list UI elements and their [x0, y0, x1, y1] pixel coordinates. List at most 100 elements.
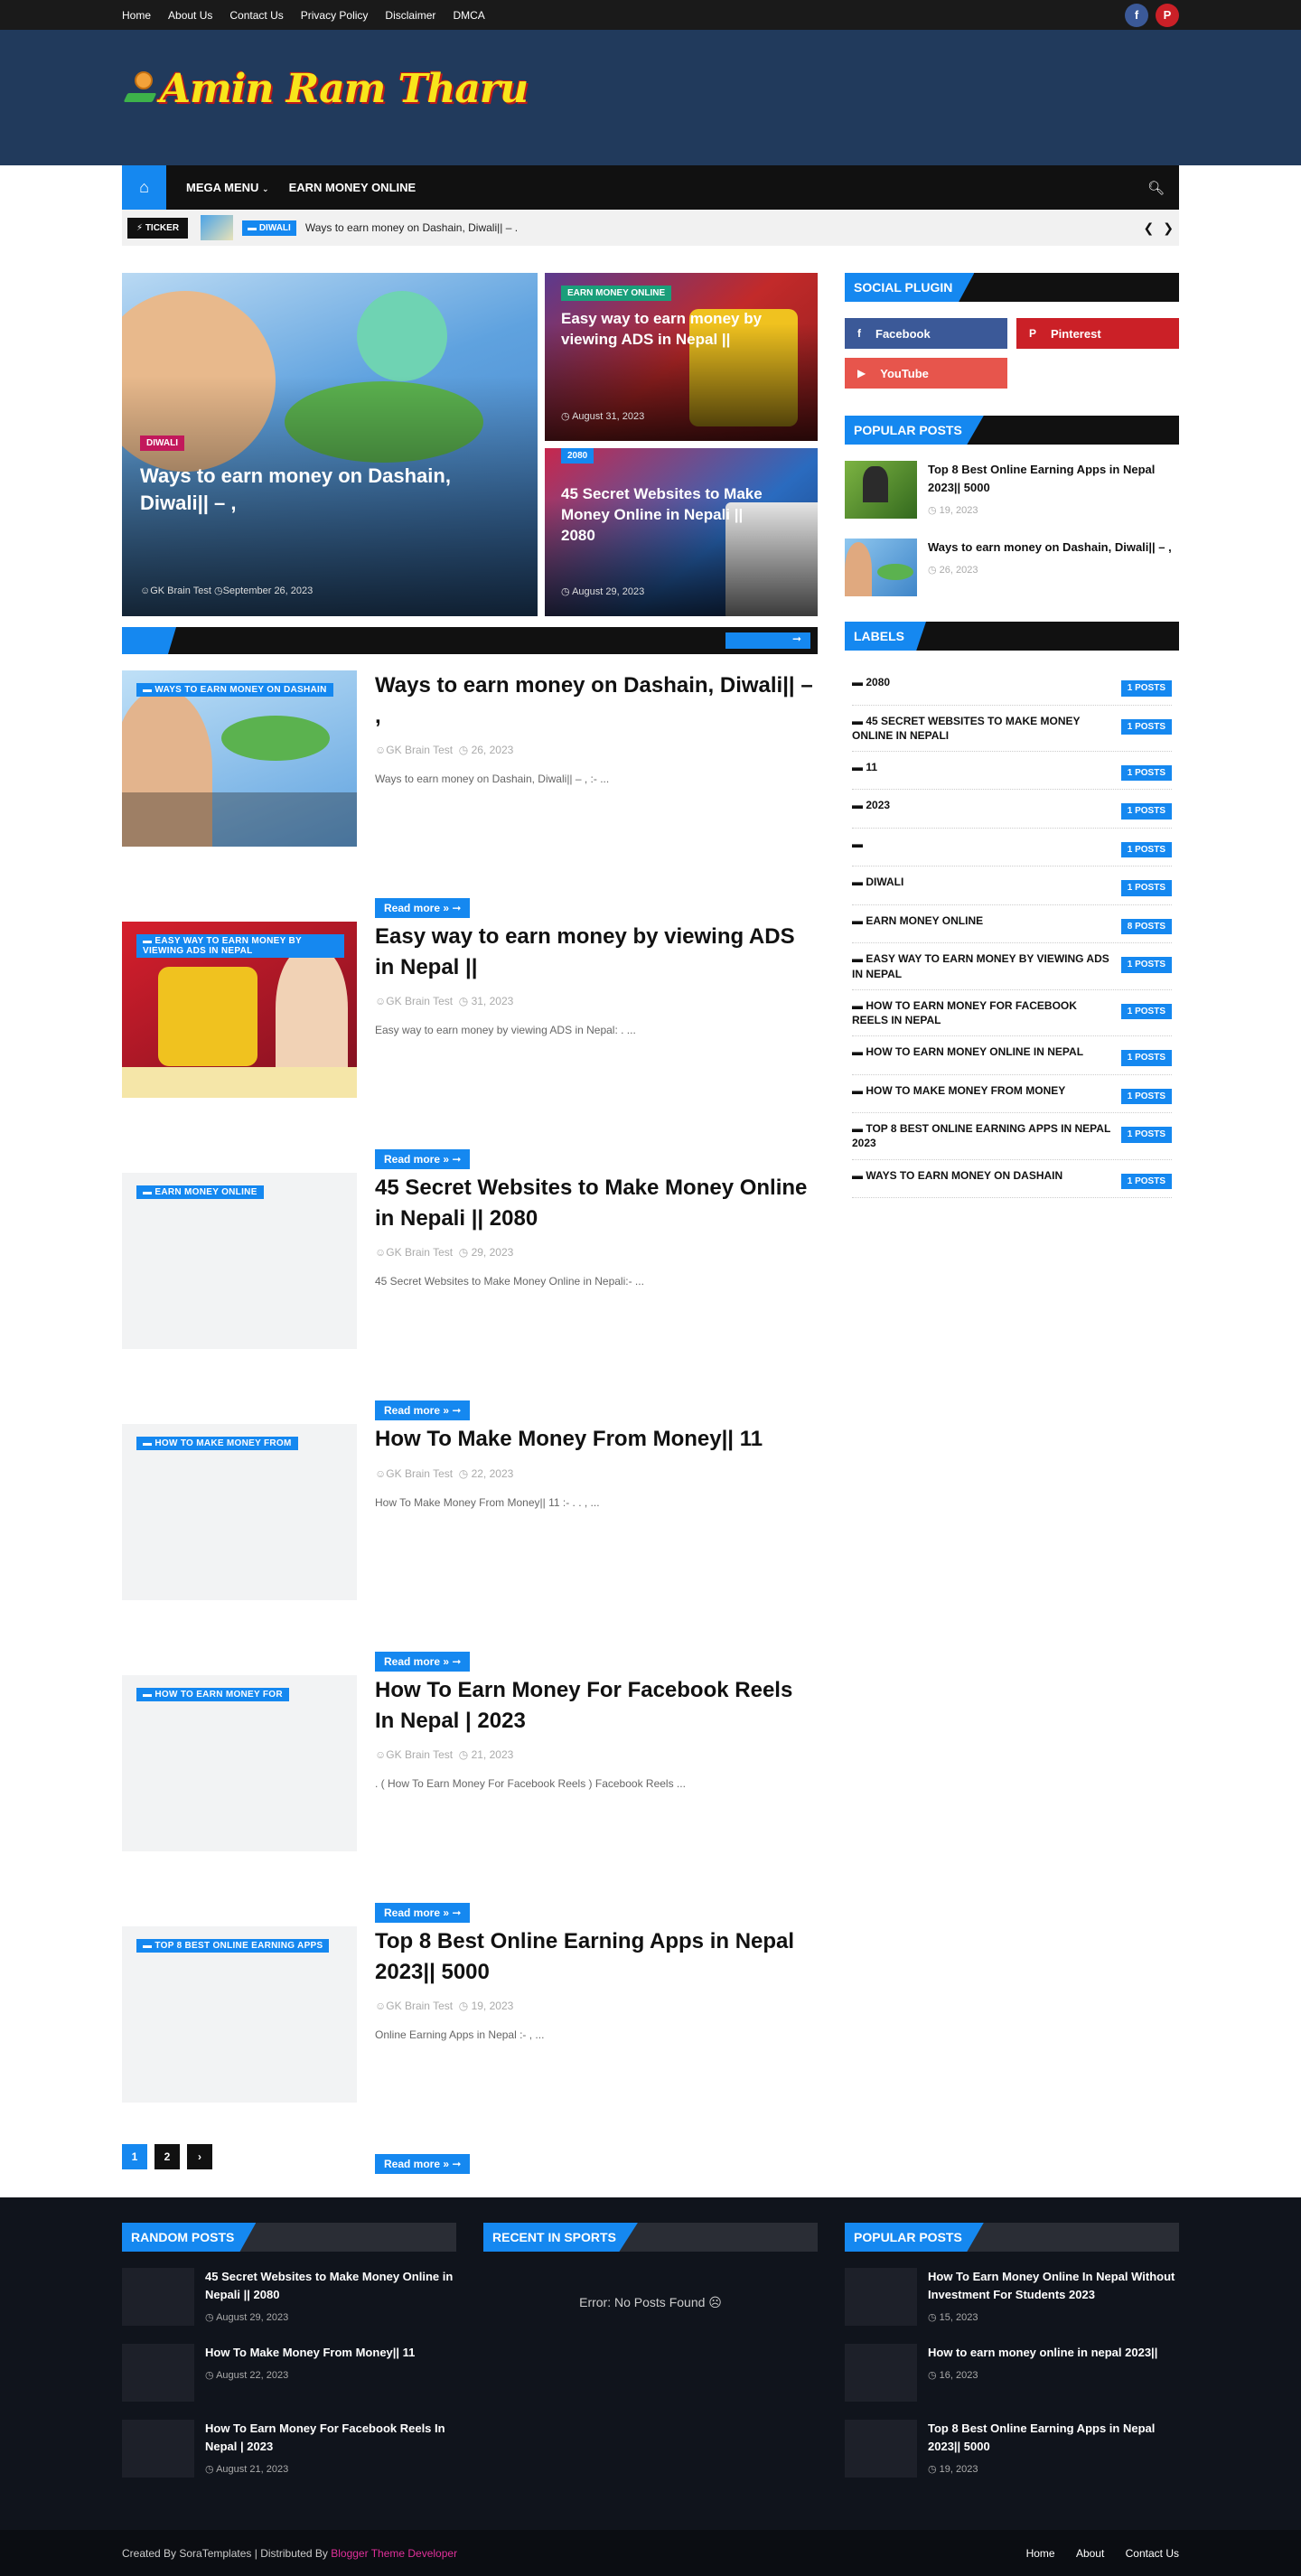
- post-thumbnail[interactable]: ▬ EARN MONEY ONLINE: [122, 1173, 357, 1349]
- footer-post-thumbnail[interactable]: [122, 2268, 194, 2326]
- nav-mega-menu[interactable]: MEGA MENU ⌄: [186, 181, 269, 194]
- popular-post[interactable]: Top 8 Best Online Earning Apps in Nepal …: [845, 461, 1179, 519]
- read-more-button[interactable]: Read more » ➞: [375, 1149, 471, 1169]
- label-item[interactable]: ▬ EASY WAY TO EARN MONEY BY VIEWING ADS …: [852, 943, 1172, 990]
- ticker-badge[interactable]: ▬ DIWALI: [242, 220, 296, 236]
- popular-post[interactable]: Ways to earn money on Dashain, Diwali|| …: [845, 539, 1179, 596]
- read-more-button[interactable]: Read more » ➞: [375, 1400, 471, 1420]
- youtube-button[interactable]: ▶ YouTube: [845, 358, 1007, 389]
- bottom-link-home[interactable]: Home: [1026, 2547, 1055, 2560]
- label-item[interactable]: ▬ WAYS TO EARN MONEY ON DASHAIN 1 POSTS: [852, 1160, 1172, 1198]
- post-title[interactable]: How To Earn Money For Facebook Reels In …: [375, 1675, 818, 1736]
- next-page-button[interactable]: ›: [187, 2144, 212, 2169]
- footer-post-title[interactable]: Top 8 Best Online Earning Apps in Nepal …: [928, 2420, 1179, 2456]
- next-icon[interactable]: ❯: [1163, 220, 1174, 236]
- ticker-thumbnail[interactable]: [201, 215, 234, 240]
- footer-post[interactable]: Top 8 Best Online Earning Apps in Nepal …: [845, 2420, 1179, 2478]
- footer-post-title[interactable]: How To Earn Money Online In Nepal Withou…: [928, 2268, 1179, 2304]
- label-item[interactable]: ▬ 45 SECRET WEBSITES TO MAKE MONEY ONLIN…: [852, 706, 1172, 752]
- label-item[interactable]: ▬ 11 1 POSTS: [852, 752, 1172, 791]
- facebook-button[interactable]: f Facebook: [845, 318, 1007, 349]
- page-1-button[interactable]: 1: [122, 2144, 147, 2169]
- read-more-button[interactable]: Read more » ➞: [375, 898, 471, 918]
- read-more-button[interactable]: Read more » ➞: [375, 1903, 471, 1923]
- pinterest-button[interactable]: P Pinterest: [1016, 318, 1179, 349]
- top-link-home[interactable]: Home: [122, 9, 151, 22]
- featured-small-2[interactable]: 2080 45 Secret Websites to Make Money On…: [545, 448, 818, 616]
- footer-post[interactable]: How To Make Money From Money|| 11 ◷ Augus…: [122, 2344, 456, 2402]
- site-logo[interactable]: Amin Ram Tharu: [122, 66, 529, 112]
- post-badge[interactable]: ▬ EASY WAY TO EARN MONEY BY VIEWING ADS …: [136, 934, 344, 958]
- footer-post-thumbnail[interactable]: [122, 2420, 194, 2478]
- top-link-disclaimer[interactable]: Disclaimer: [385, 9, 435, 22]
- popular-post-title[interactable]: Ways to earn money on Dashain, Diwali|| …: [928, 539, 1172, 557]
- label-item[interactable]: ▬ 2080 1 POSTS: [852, 667, 1172, 706]
- ticker-text[interactable]: Ways to earn money on Dashain, Diwali|| …: [305, 221, 518, 234]
- read-more-button[interactable]: Read more » ➞: [375, 2154, 471, 2174]
- nav-earn-money-online[interactable]: EARN MONEY ONLINE: [289, 181, 417, 194]
- label-name: EASY WAY TO EARN MONEY BY VIEWING ADS IN…: [852, 952, 1109, 980]
- label-item[interactable]: ▬ HOW TO EARN MONEY ONLINE IN NEPAL 1 POS…: [852, 1036, 1172, 1075]
- popular-post-title[interactable]: Top 8 Best Online Earning Apps in Nepal …: [928, 461, 1179, 497]
- featured-small-1[interactable]: EARN MONEY ONLINE Easy way to earn money…: [545, 273, 818, 441]
- label-item[interactable]: ▬ HOW TO MAKE MONEY FROM MONEY 1 POSTS: [852, 1075, 1172, 1114]
- featured-big[interactable]: DIWALI Ways to earn money on Dashain, Di…: [122, 273, 538, 616]
- pinterest-icon[interactable]: P: [1156, 3, 1179, 27]
- footer-post[interactable]: How To Earn Money For Facebook Reels In …: [122, 2420, 456, 2478]
- bottom-link-contact[interactable]: Contact Us: [1126, 2547, 1179, 2560]
- facebook-icon[interactable]: f: [1125, 3, 1148, 27]
- prev-icon[interactable]: ❮: [1144, 220, 1155, 236]
- post-badge[interactable]: ▬ WAYS TO EARN MONEY ON DASHAIN: [136, 683, 333, 697]
- post-badge[interactable]: ▬ HOW TO MAKE MONEY FROM: [136, 1437, 298, 1450]
- featured-small-1-badge[interactable]: EARN MONEY ONLINE: [561, 286, 672, 301]
- featured-small-2-title[interactable]: 45 Secret Websites to Make Money Online …: [561, 484, 778, 547]
- post-thumbnail[interactable]: ▬ HOW TO MAKE MONEY FROM: [122, 1424, 357, 1600]
- popular-post-thumbnail[interactable]: [845, 461, 917, 519]
- post-title[interactable]: 45 Secret Websites to Make Money Online …: [375, 1173, 818, 1233]
- featured-small-2-badge[interactable]: 2080: [561, 448, 594, 464]
- popular-post-thumbnail[interactable]: [845, 539, 917, 596]
- footer-post-thumbnail[interactable]: [122, 2344, 194, 2402]
- view-all-arrow-icon[interactable]: ➞: [725, 632, 810, 649]
- footer-post[interactable]: How to earn money online in nepal 2023||…: [845, 2344, 1179, 2402]
- label-item[interactable]: ▬ EARN MONEY ONLINE 8 POSTS: [852, 905, 1172, 944]
- post-title[interactable]: Ways to earn money on Dashain, Diwali|| …: [375, 670, 818, 731]
- label-item[interactable]: ▬ DIWALI 1 POSTS: [852, 866, 1172, 905]
- top-link-dmca[interactable]: DMCA: [453, 9, 484, 22]
- footer-post[interactable]: 45 Secret Websites to Make Money Online …: [122, 2268, 456, 2326]
- post-thumbnail[interactable]: ▬ TOP 8 BEST ONLINE EARNING APPS: [122, 1926, 357, 2103]
- footer-post[interactable]: How To Earn Money Online In Nepal Withou…: [845, 2268, 1179, 2326]
- post-title[interactable]: How To Make Money From Money|| 11: [375, 1424, 818, 1455]
- label-item[interactable]: ▬ HOW TO EARN MONEY FOR FACEBOOK REELS I…: [852, 990, 1172, 1037]
- label-item[interactable]: ▬ 1 POSTS: [852, 829, 1172, 867]
- home-icon[interactable]: ⌂: [122, 165, 166, 210]
- top-link-contact[interactable]: Contact Us: [229, 9, 283, 22]
- post-badge[interactable]: ▬ TOP 8 BEST ONLINE EARNING APPS: [136, 1939, 330, 1953]
- footer-post-thumbnail[interactable]: [845, 2420, 917, 2478]
- footer-post-thumbnail[interactable]: [845, 2268, 917, 2326]
- post-thumbnail[interactable]: ▬ WAYS TO EARN MONEY ON DASHAIN: [122, 670, 357, 847]
- post-thumbnail[interactable]: ▬ HOW TO EARN MONEY FOR: [122, 1675, 357, 1851]
- featured-big-title[interactable]: Ways to earn money on Dashain, Diwali|| …: [140, 463, 510, 516]
- featured-small-1-title[interactable]: Easy way to earn money by viewing ADS in…: [561, 309, 805, 351]
- search-icon[interactable]: 🔍︎: [1147, 180, 1165, 196]
- top-link-about[interactable]: About Us: [168, 9, 212, 22]
- top-link-privacy[interactable]: Privacy Policy: [301, 9, 369, 22]
- bottom-link-about[interactable]: About: [1076, 2547, 1104, 2560]
- label-item[interactable]: ▬ 2023 1 POSTS: [852, 790, 1172, 829]
- post-title[interactable]: Easy way to earn money by viewing ADS in…: [375, 922, 818, 982]
- featured-big-badge[interactable]: DIWALI: [140, 436, 184, 451]
- footer-post-title[interactable]: How To Make Money From Money|| 11: [205, 2344, 415, 2362]
- post-badge[interactable]: ▬ EARN MONEY ONLINE: [136, 1185, 264, 1199]
- post-badge[interactable]: ▬ HOW TO EARN MONEY FOR: [136, 1688, 289, 1701]
- page-2-button[interactable]: 2: [154, 2144, 180, 2169]
- post-title[interactable]: Top 8 Best Online Earning Apps in Nepal …: [375, 1926, 818, 1987]
- footer-post-title[interactable]: How to earn money online in nepal 2023||: [928, 2344, 1157, 2362]
- post-thumbnail[interactable]: ▬ EASY WAY TO EARN MONEY BY VIEWING ADS …: [122, 922, 357, 1098]
- footer-post-title[interactable]: 45 Secret Websites to Make Money Online …: [205, 2268, 456, 2304]
- footer-post-thumbnail[interactable]: [845, 2344, 917, 2402]
- footer-post-title[interactable]: How To Earn Money For Facebook Reels In …: [205, 2420, 456, 2456]
- credit-link[interactable]: Blogger Theme Developer: [331, 2547, 457, 2560]
- label-item[interactable]: ▬ TOP 8 BEST ONLINE EARNING APPS IN NEPA…: [852, 1113, 1172, 1160]
- read-more-button[interactable]: Read more » ➞: [375, 1652, 471, 1672]
